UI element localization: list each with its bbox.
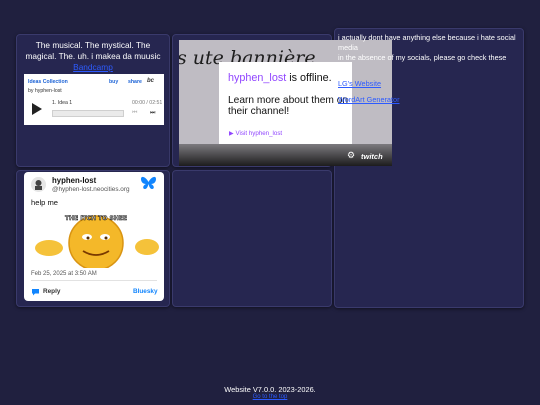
butterfly-icon[interactable]	[140, 175, 157, 191]
twitch-logo[interactable]: twitch	[361, 152, 383, 161]
visit-label[interactable]: Visit hyphen_lost	[235, 130, 282, 137]
top-link[interactable]: Go to the top	[0, 394, 540, 400]
bandcamp-link[interactable]: Bandcamp	[73, 62, 113, 72]
meme-caption: THE ITCH TO SHEE	[65, 215, 127, 222]
progress-bar[interactable]	[52, 110, 124, 117]
meme-image[interactable]: THE ITCH TO SHEE	[31, 213, 161, 268]
post-text: help me	[31, 198, 59, 207]
offline-message: hyphen_lost is offline.	[228, 72, 332, 84]
about-text: i actually dont have anything else becau…	[338, 33, 520, 111]
bandcamp-player: Ideas Collection buy share bc by hyphen-…	[24, 74, 164, 125]
channel-name: hyphen_lost	[228, 72, 287, 84]
visit-channel-link[interactable]: ▶ Visit hyphen_lost	[229, 130, 282, 137]
album-title-link[interactable]: Ideas Collection	[28, 79, 68, 85]
empty-panel	[172, 170, 332, 307]
bluesky-brand-link[interactable]: Bluesky	[133, 288, 158, 295]
display-name[interactable]: hyphen-lost	[52, 176, 96, 185]
previous-track-icon[interactable]: ⏮	[132, 110, 137, 117]
next-track-icon[interactable]: ⏭	[150, 110, 155, 117]
divider	[31, 280, 157, 281]
music-description: The musical. The mystical. The magical. …	[22, 40, 164, 73]
avatar[interactable]	[31, 177, 46, 192]
share-button[interactable]: share	[128, 79, 142, 85]
wordart-generator-link[interactable]: WordArt Generator	[338, 95, 520, 105]
learn-more-text: Learn more about them on their channel!	[228, 95, 349, 117]
about-line-2: in the absence of my socials, please go …	[338, 53, 507, 72]
music-description-text: The musical. The mystical. The magical. …	[25, 40, 161, 61]
lg-website-link[interactable]: LG's Website	[338, 79, 520, 89]
post-date[interactable]: Feb 25, 2025 at 3:50 AM	[31, 271, 97, 277]
offline-status: is offline.	[286, 72, 332, 84]
bandcamp-logo[interactable]: bc	[147, 78, 154, 84]
gear-icon[interactable]: ⚙	[347, 150, 355, 161]
reply-button[interactable]: Reply	[43, 288, 60, 295]
reply-icon[interactable]	[31, 288, 40, 296]
user-handle[interactable]: @hyphen-lost.neocities.org	[52, 186, 130, 193]
current-track: 1. Idea 1	[52, 100, 73, 106]
artist-line: by hyphen-lost	[28, 88, 62, 94]
about-line-1: i actually dont have anything else becau…	[338, 33, 516, 52]
buy-button[interactable]: buy	[109, 79, 118, 85]
bluesky-post-card[interactable]: hyphen-lost @hyphen-lost.neocities.org h…	[24, 172, 164, 301]
version-text: Website V7.0.0. 2023-2026.	[224, 385, 316, 394]
play-icon[interactable]	[29, 102, 43, 116]
track-time: 00:00 / 02:51	[132, 100, 163, 106]
